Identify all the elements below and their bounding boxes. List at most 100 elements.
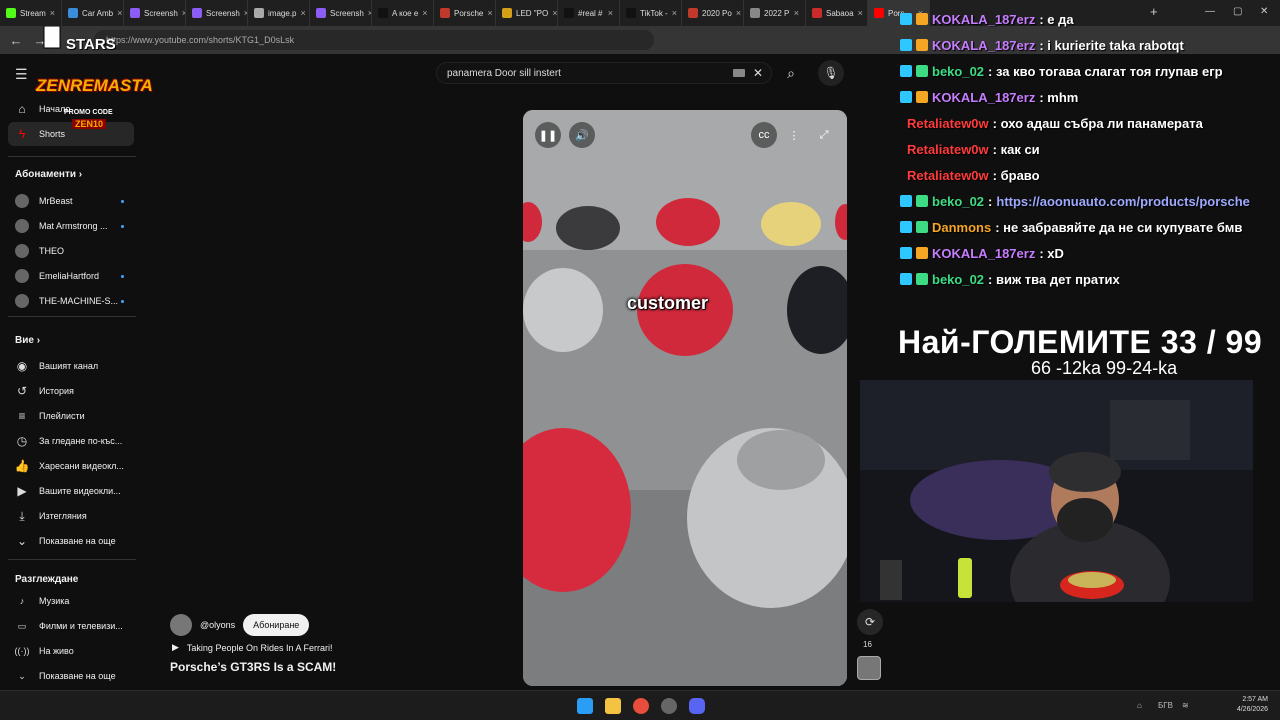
- browser-tab[interactable]: A кое е ×: [372, 0, 434, 26]
- chat-text: : xD: [1039, 245, 1064, 261]
- browser-tab[interactable]: Stream ×: [0, 0, 62, 26]
- url-field[interactable]: https://www.youtube.com/shorts/KTG1_D0sL…: [94, 30, 654, 50]
- youtube-sidebar: ☰ ⌂ Начало ϟ Shorts Абонаменти › MrBeast…: [0, 54, 144, 690]
- webcam-feed: [860, 380, 1253, 602]
- tab-label: Stream: [20, 8, 46, 18]
- keyboard-icon[interactable]: [733, 69, 745, 77]
- music-icon: ♪: [19, 596, 25, 606]
- browser-tab[interactable]: Sabaoa ×: [806, 0, 868, 26]
- sidebar-explore-item[interactable]: ♪ Музика: [8, 589, 134, 613]
- sidebar-item-label: История: [39, 386, 74, 396]
- sidebar-subscription-item[interactable]: MrBeast: [8, 189, 134, 213]
- browser-tab[interactable]: image.p ×: [248, 0, 310, 26]
- chat-text: : не забравяйте да не си купувате бмв: [995, 219, 1243, 235]
- more-options-button[interactable]: ⋮: [781, 122, 807, 148]
- channel-avatar[interactable]: [170, 614, 192, 636]
- chat-username: Retaliatew0w: [907, 141, 989, 157]
- tab-favicon-icon: [502, 8, 512, 18]
- chrome-icon[interactable]: [633, 698, 649, 714]
- history-icon: ↺: [16, 384, 28, 398]
- movies-icon: ▭: [17, 620, 27, 631]
- close-tab-icon[interactable]: ×: [552, 8, 557, 18]
- explore-heading: Разглеждане: [15, 574, 79, 585]
- sidebar-you-item[interactable]: ≡ Плейлисти: [8, 404, 134, 428]
- sidebar-item-label: Вашите видеокли...: [39, 486, 121, 496]
- sound-thumbnail[interactable]: [857, 656, 881, 680]
- sidebar-explore-item[interactable]: ((·)) На живо: [8, 639, 134, 663]
- sidebar-item-label: Mat Armstrong ...: [39, 221, 108, 231]
- close-tab-icon[interactable]: ×: [117, 8, 122, 18]
- wifi-icon[interactable]: ≋: [1182, 701, 1189, 710]
- clear-search-icon[interactable]: ✕: [753, 66, 763, 80]
- discord-icon[interactable]: [689, 698, 705, 714]
- video-title[interactable]: Porsche’s GT3RS Is a SCAM!: [170, 660, 336, 674]
- new-content-dot: [121, 274, 124, 278]
- sidebar-you-item[interactable]: ▶ Вашите видеокли...: [8, 479, 134, 503]
- file-explorer-icon[interactable]: [605, 698, 621, 714]
- clock[interactable]: 2:57 AM 4/26/2026: [1237, 695, 1268, 715]
- browser-tab[interactable]: TikTok - ×: [620, 0, 682, 26]
- browser-tab[interactable]: #real # ×: [558, 0, 620, 26]
- chat-username: KOKALA_187erz: [932, 37, 1036, 53]
- close-tab-icon[interactable]: ×: [487, 8, 492, 18]
- sidebar-subscription-item[interactable]: THE-MACHINE-S...: [8, 289, 134, 313]
- browser-tab[interactable]: Screensh×: [124, 0, 186, 26]
- chat-message: Retaliatew0w: охо адаш събра ли панамера…: [907, 112, 1203, 134]
- captions-icon: cc: [758, 129, 770, 141]
- browser-tab[interactable]: Screensh×: [186, 0, 248, 26]
- sidebar-you-item[interactable]: ⌄ Показване на още: [8, 529, 134, 553]
- remix-button[interactable]: ⟳: [857, 609, 883, 635]
- windows-start-icon[interactable]: [577, 698, 593, 714]
- fullscreen-button[interactable]: ⤢: [811, 122, 837, 148]
- chat-username: Retaliatew0w: [907, 167, 989, 183]
- sidebar-subscription-item[interactable]: THEO: [8, 239, 134, 263]
- browser-tab[interactable]: Porsche ×: [434, 0, 496, 26]
- volume-button[interactable]: 🔊: [569, 122, 595, 148]
- sidebar-item-label: Изтегляния: [39, 511, 87, 521]
- sidebar-you-item[interactable]: 👍 Харесани видеокл...: [8, 454, 134, 478]
- close-tab-icon[interactable]: ×: [300, 8, 305, 18]
- channel-name[interactable]: @olyons: [200, 620, 235, 630]
- chat-badge-icon: [900, 195, 912, 207]
- sidebar-explore-item[interactable]: ▭ Филми и телевизи...: [8, 614, 134, 638]
- sidebar-you-item[interactable]: ◷ За гледане по-къс...: [8, 429, 134, 453]
- browser-tab[interactable]: Screensh×: [310, 0, 372, 26]
- close-tab-icon[interactable]: ×: [858, 8, 863, 18]
- chat-text: :: [988, 193, 993, 209]
- voice-search-button[interactable]: 🎙: [818, 60, 844, 86]
- language-indicator[interactable]: БГВ: [1158, 701, 1173, 710]
- sidebar-you-item[interactable]: ↺ История: [8, 379, 134, 403]
- short-video-player[interactable]: ❚❚ 🔊 cc ⋮ ⤢ customer: [523, 110, 847, 686]
- tab-label: TikTok -: [640, 8, 668, 18]
- song-row[interactable]: ▶ Taking People On Rides In A Ferrari!: [172, 642, 333, 653]
- obs-icon[interactable]: [661, 698, 677, 714]
- close-tab-icon[interactable]: ×: [672, 8, 677, 18]
- menu-icon[interactable]: ☰: [15, 66, 28, 83]
- sidebar-you-item[interactable]: ⤓ Изтегляния: [8, 504, 134, 528]
- close-tab-icon[interactable]: ×: [50, 8, 55, 18]
- chat-text: : е да: [1039, 11, 1074, 27]
- browser-tab[interactable]: Car Amb ×: [62, 0, 124, 26]
- windows-taskbar: ⌂ БГВ ≋ 2:57 AM 4/26/2026: [0, 690, 1280, 720]
- sidebar-subscription-item[interactable]: EmeliaHartford: [8, 264, 134, 288]
- subscribe-button[interactable]: Абониране: [243, 614, 310, 636]
- subscriptions-heading[interactable]: Абонаменти ›: [15, 169, 82, 180]
- browser-tab[interactable]: LED "PO ×: [496, 0, 558, 26]
- captions-button[interactable]: cc: [751, 122, 777, 148]
- search-button[interactable]: ⌕: [778, 62, 804, 84]
- avatar: [15, 219, 29, 233]
- pause-button[interactable]: ❚❚: [535, 122, 561, 148]
- sidebar-explore-item[interactable]: ⌄ Показване на още: [8, 664, 134, 688]
- back-icon[interactable]: ←: [8, 33, 24, 48]
- you-heading[interactable]: Вие ›: [15, 335, 40, 346]
- browser-tab[interactable]: 2022 P ×: [744, 0, 806, 26]
- close-tab-icon[interactable]: ×: [794, 8, 799, 18]
- browser-tab[interactable]: 2020 Po ×: [682, 0, 744, 26]
- close-tab-icon[interactable]: ×: [736, 8, 741, 18]
- close-tab-icon[interactable]: ×: [608, 8, 613, 18]
- search-input[interactable]: panamera Door sill instert ✕: [436, 62, 772, 84]
- network-icon[interactable]: ⌂: [1137, 701, 1142, 710]
- sidebar-you-item[interactable]: ◉ Вашият канал: [8, 354, 134, 378]
- sidebar-subscription-item[interactable]: Mat Armstrong ...: [8, 214, 134, 238]
- close-tab-icon[interactable]: ×: [422, 8, 427, 18]
